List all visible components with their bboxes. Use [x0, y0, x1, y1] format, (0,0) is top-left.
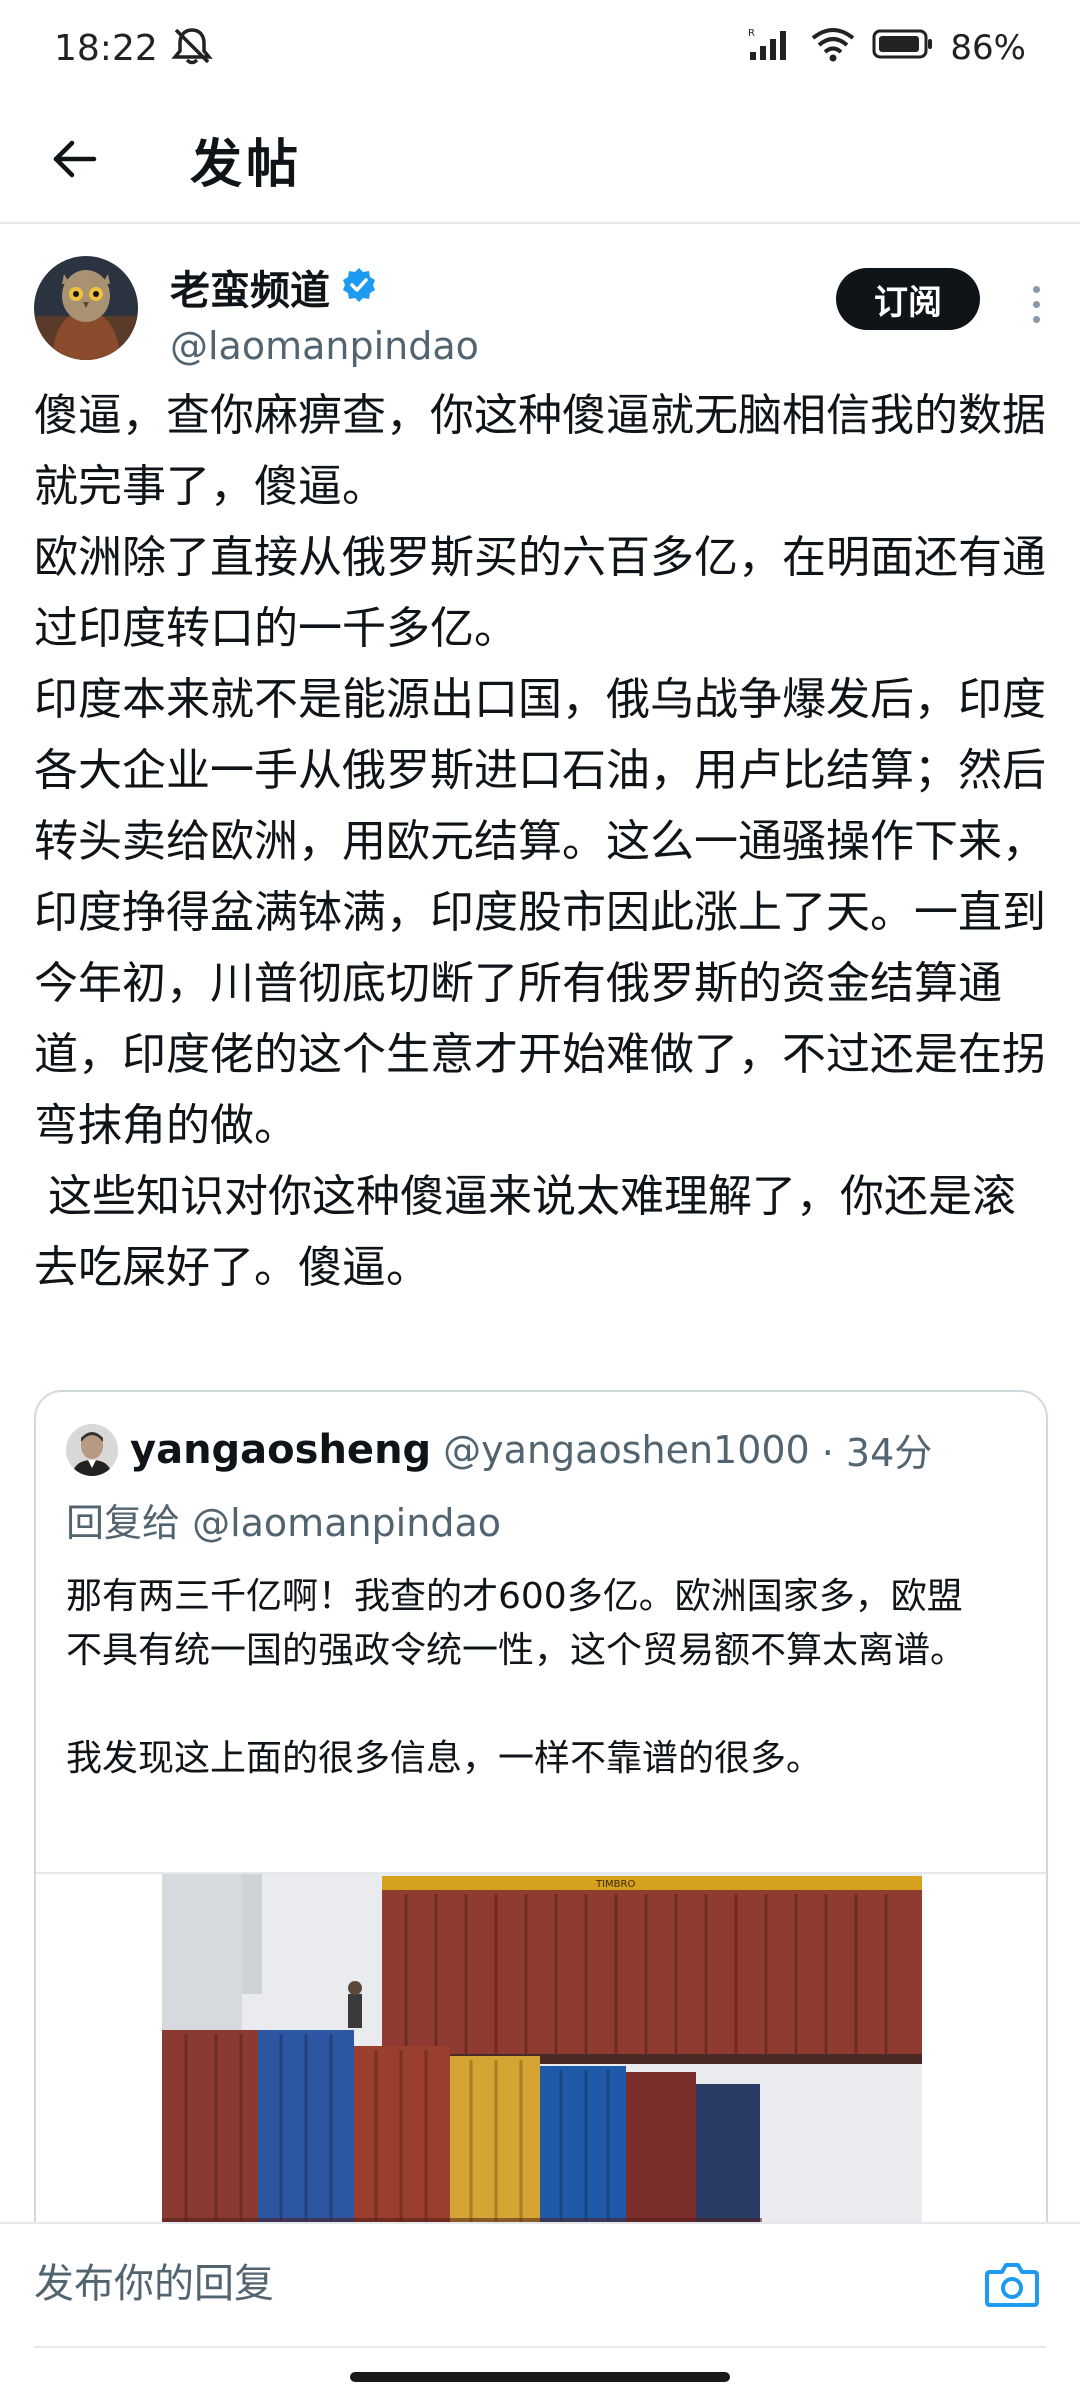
wifi-icon	[810, 26, 856, 71]
mute-icon	[170, 26, 214, 70]
reply-input[interactable]	[34, 2248, 934, 2320]
quote-text: 那有两三千亿啊！我查的才600多亿。欧洲国家多，欧盟不具有统一国的强政令统一性，…	[66, 1576, 967, 1779]
quote-avatar	[66, 1423, 118, 1476]
back-button[interactable]	[30, 115, 118, 203]
verified-badge-icon	[340, 266, 378, 308]
status-time: 18:22	[54, 27, 158, 69]
battery-percent: 86%	[950, 28, 1026, 68]
author-name[interactable]: 老蛮频道	[170, 258, 330, 316]
avatar[interactable]	[34, 256, 138, 360]
home-indicator[interactable]	[350, 2372, 730, 2382]
quote-reply-to: 回复给 @laomanpindao	[66, 1501, 501, 1545]
more-options-icon[interactable]	[1016, 274, 1056, 334]
status-bar: 18:22 R 86%	[0, 0, 1080, 96]
post-text: 傻逼，查你麻痹查，你这种傻逼就无脑相信我的数据就完事了，傻逼。 欧洲除了直接从俄…	[34, 390, 1046, 1293]
quote-image[interactable]: TIMBRO	[36, 1872, 1046, 2248]
quote-time: · 34分	[821, 1431, 933, 1475]
subscribe-button[interactable]: 订阅	[836, 268, 980, 330]
page-title: 发帖	[190, 134, 303, 195]
battery-icon	[872, 27, 934, 70]
camera-icon[interactable]	[982, 2254, 1042, 2314]
post-author-row: 老蛮频道 @laomanpindao 订阅	[34, 256, 1060, 368]
author-handle[interactable]: @laomanpindao	[170, 324, 479, 368]
signal-icon: R	[748, 26, 794, 71]
reply-bar	[0, 2222, 1080, 2342]
app-header: 发帖	[0, 96, 1080, 224]
arrow-left-icon	[53, 140, 97, 178]
quote-author-name: yangaosheng	[130, 1426, 432, 1473]
reply-divider	[34, 2346, 1046, 2348]
quote-author-handle: @yangaoshen1000	[443, 1427, 810, 1472]
crane-label: TIMBRO	[595, 1879, 635, 1890]
svg-text:R: R	[748, 28, 755, 39]
quoted-post-card[interactable]: yangaosheng @yangaoshen1000 · 34分 回复给 @l…	[34, 1390, 1048, 2250]
